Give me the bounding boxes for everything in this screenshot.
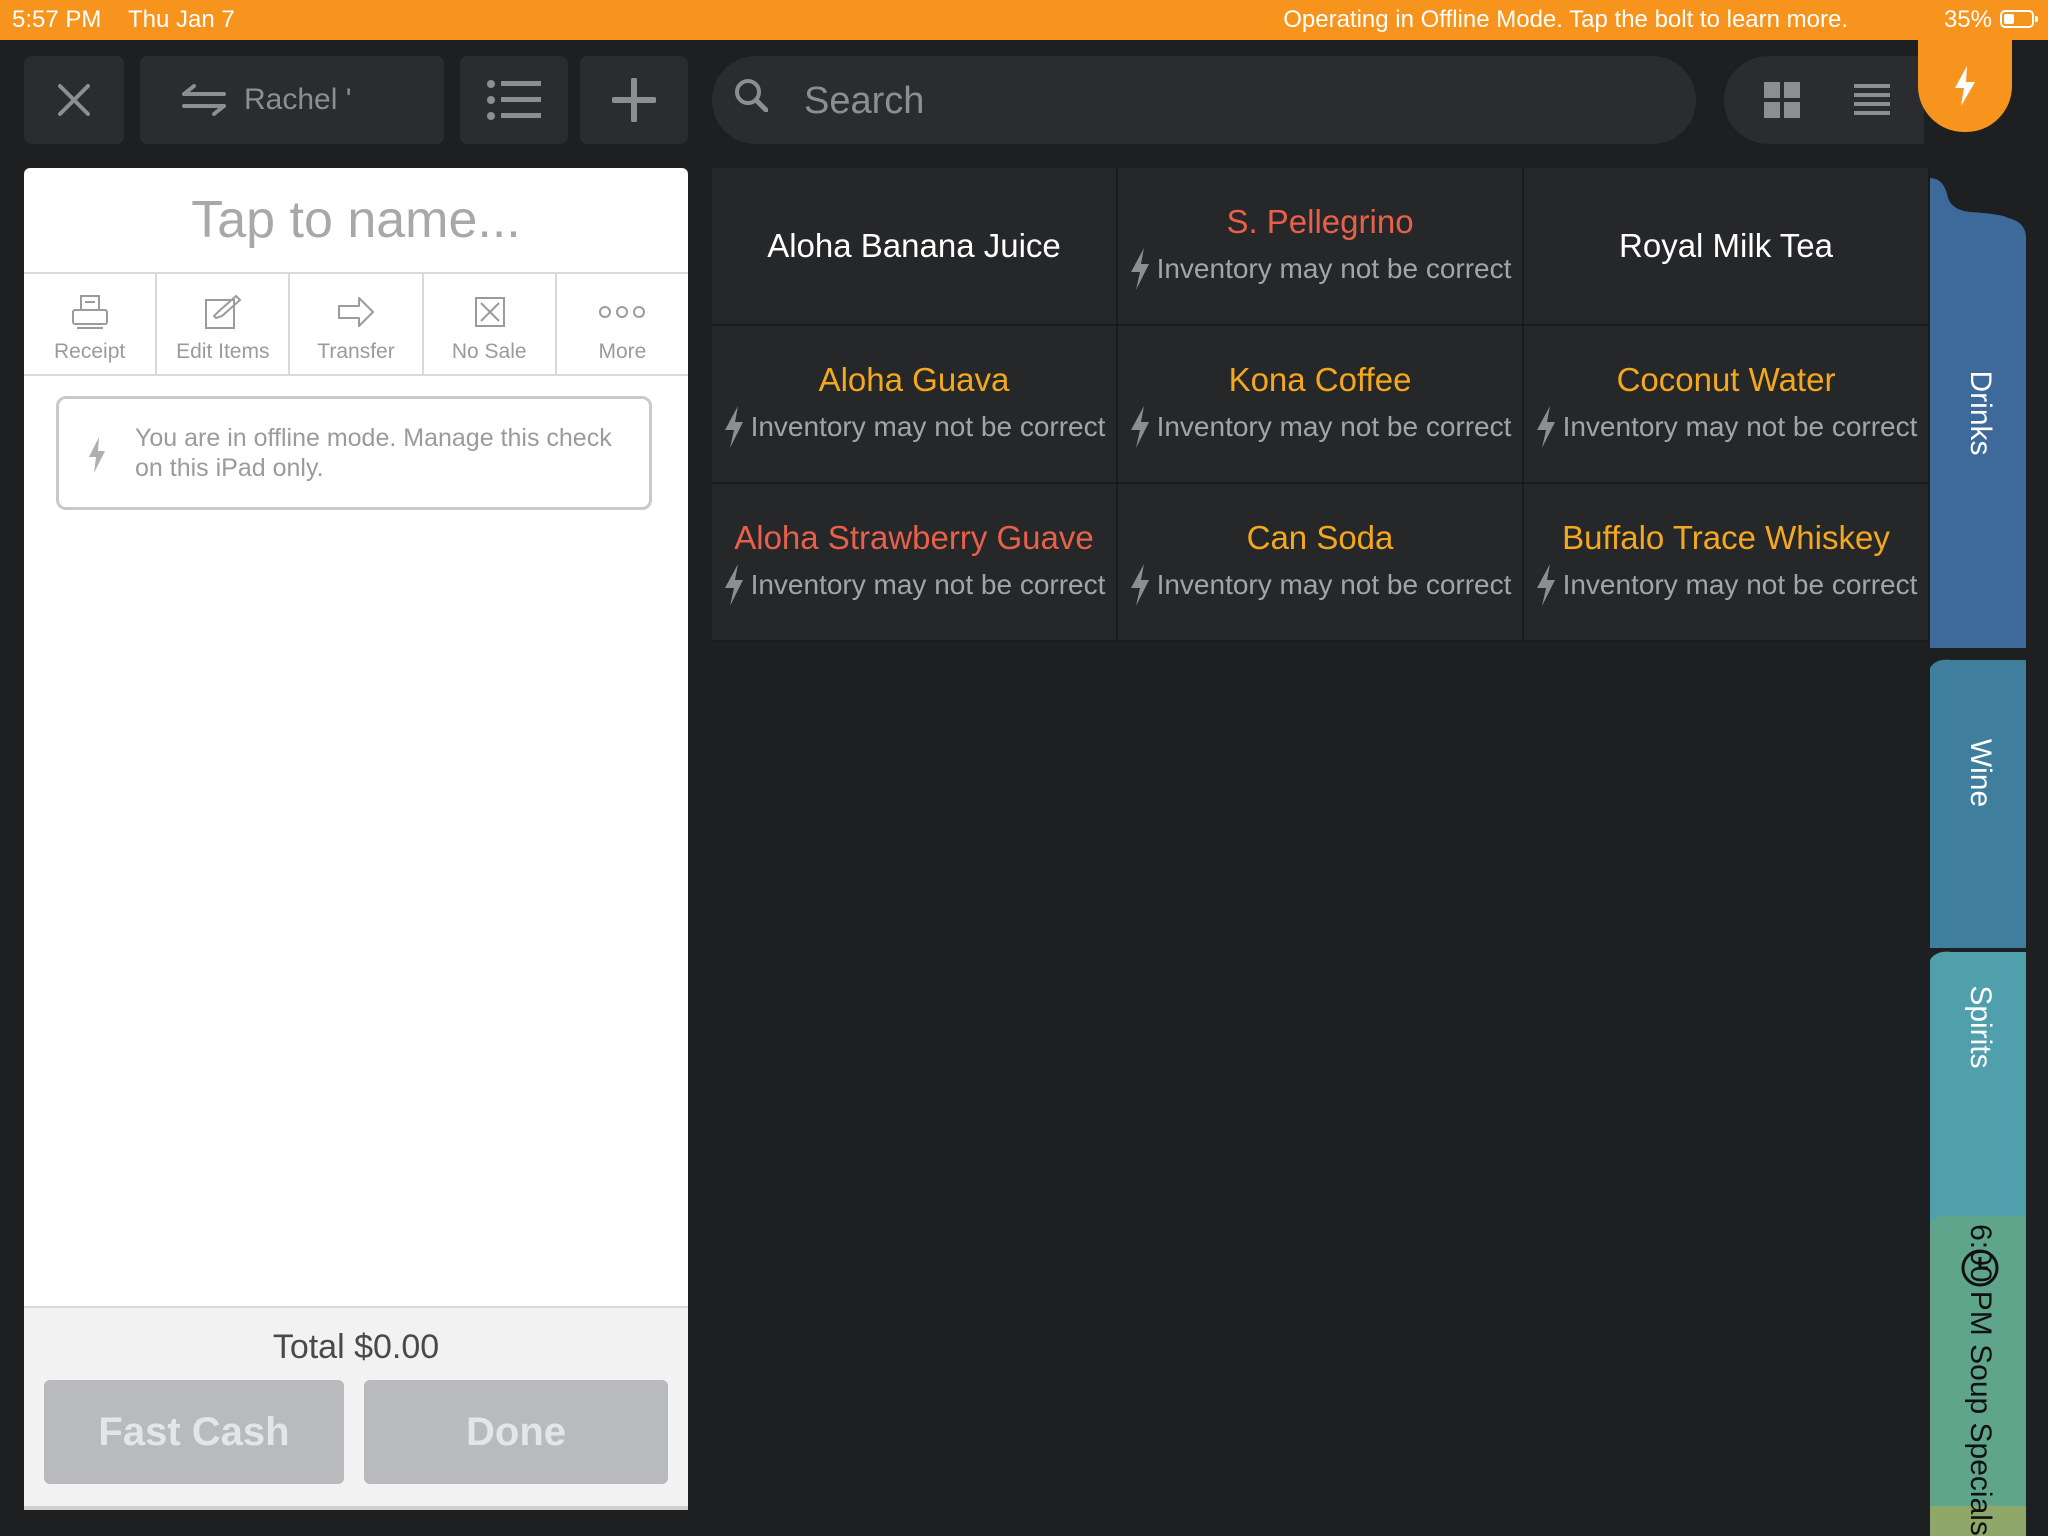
panel-bottom-edge (24, 1506, 688, 1510)
bolt-icon (89, 437, 105, 473)
menu-item-tile[interactable]: Royal Milk Tea (1524, 168, 1930, 326)
tab-label: Drinks (1964, 370, 1997, 456)
menu-item-tile[interactable]: Aloha Guava Inventory may not be correct (712, 326, 1118, 484)
inventory-warning: Inventory may not be correct (1129, 406, 1512, 448)
bolt-icon (1130, 248, 1149, 290)
inventory-warning: Inventory may not be correct (1535, 406, 1918, 448)
offline-notice: You are in offline mode. Manage this che… (56, 396, 652, 510)
no-sale-button[interactable]: No Sale (424, 274, 557, 374)
menu-item-grid: Aloha Banana Juice S. Pellegrino Inventory… (712, 168, 1930, 642)
more-label: More (598, 340, 647, 363)
receipt-icon (71, 295, 108, 329)
menu-item-tile[interactable]: Can Soda Inventory may not be correct (1118, 484, 1524, 642)
menu-item-name: Kona Coffee (1228, 361, 1412, 398)
battery-icon (2000, 10, 2038, 28)
bolt-icon (724, 564, 743, 606)
menu-item-name: S. Pellegrino (1226, 203, 1414, 240)
menu-item-name: Coconut Water (1616, 361, 1836, 398)
check-total: Total $0.00 (272, 1328, 440, 1366)
offline-mode-banner[interactable]: Operating in Offline Mode. Tap the bolt … (1283, 6, 1848, 34)
inventory-warning-text: Inventory may not be correct (1562, 569, 1918, 600)
receipt-label: Receipt (54, 340, 126, 363)
menu-item-tile[interactable]: Kona Coffee Inventory may not be correct (1118, 326, 1524, 484)
done-button[interactable]: Done (364, 1380, 668, 1484)
server-name: Rachel ' (244, 83, 352, 116)
bolt-icon (1536, 564, 1555, 606)
menu-item-name: Royal Milk Tea (1619, 227, 1833, 264)
more-icon (599, 306, 646, 318)
menu-item-name: Can Soda (1246, 519, 1394, 556)
inventory-warning: Inventory may not be correct (723, 406, 1106, 448)
new-check-button[interactable] (580, 56, 688, 144)
list-view-icon[interactable] (1854, 84, 1890, 116)
inventory-warning: Inventory may not be correct (723, 564, 1106, 606)
offline-notice-text: You are in offline mode. Manage this che… (135, 424, 612, 482)
plus-icon (612, 78, 656, 122)
inventory-warning-text: Inventory may not be correct (1156, 411, 1512, 442)
server-switch-button[interactable]: Rachel ' (140, 56, 444, 144)
menu-item-name: Aloha Banana Juice (767, 227, 1061, 264)
check-actions: Receipt Edit Items Transfer No Sale More (24, 274, 688, 376)
category-tabs: Drinks Wine Spirits 6:00 PM Soup Special… (1930, 168, 2048, 1536)
transfer-icon (338, 297, 374, 327)
swap-arrows-icon (182, 84, 226, 116)
check-panel: Tap to name... Receipt Edit Items Transf… (24, 168, 688, 1510)
menu-item-name: Aloha Strawberry Guave (734, 519, 1094, 556)
menu-item-tile[interactable]: Aloha Strawberry Guave Inventory may not … (712, 484, 1118, 642)
inventory-warning: Inventory may not be correct (1535, 564, 1918, 606)
search-bar[interactable] (712, 56, 1696, 144)
bolt-icon (1955, 66, 1975, 106)
offline-bolt-button[interactable] (1918, 40, 2012, 132)
menu-item-name: Buffalo Trace Whiskey (1562, 519, 1890, 556)
inventory-warning: Inventory may not be correct (1129, 248, 1512, 290)
tab-soup-specials[interactable]: 6:00 PM Soup Specials (1930, 1048, 2030, 1536)
edit-items-button[interactable]: Edit Items (157, 274, 291, 374)
edit-items-label: Edit Items (176, 340, 270, 363)
menu-item-tile[interactable]: Buffalo Trace Whiskey Inventory may not b… (1524, 484, 1930, 642)
status-date: Thu Jan 7 (128, 6, 235, 33)
inventory-warning-text: Inventory may not be correct (750, 569, 1106, 600)
check-name-field[interactable]: Tap to name... (24, 168, 688, 274)
inventory-warning: Inventory may not be correct (1129, 564, 1512, 606)
menu-item-tile[interactable]: Coconut Water Inventory may not be correc… (1524, 326, 1930, 484)
no-sale-label: No Sale (451, 340, 527, 363)
close-button[interactable] (24, 56, 124, 144)
menu-item-name: Aloha Guava (818, 361, 1010, 398)
status-bar: 5:57 PM Thu Jan 7 Operating in Offline M… (0, 0, 2048, 40)
inventory-warning-text: Inventory may not be correct (1156, 253, 1512, 284)
bolt-icon (1130, 564, 1149, 606)
transfer-label: Transfer (317, 340, 395, 363)
fast-cash-button[interactable]: Fast Cash (44, 1380, 344, 1484)
inventory-warning-text: Inventory may not be correct (1562, 411, 1918, 442)
bolt-icon (1536, 406, 1555, 448)
status-time: 5:57 PM (12, 6, 102, 33)
more-button[interactable]: More (557, 274, 688, 374)
search-input[interactable] (802, 70, 1666, 132)
checks-list-button[interactable] (460, 56, 568, 144)
battery-percent: 35% (1943, 6, 1992, 33)
grid-view-icon[interactable] (1764, 82, 1800, 118)
close-icon (58, 84, 90, 116)
receipt-button[interactable]: Receipt (24, 274, 158, 374)
inventory-warning-text: Inventory may not be correct (1156, 569, 1512, 600)
bolt-icon (724, 406, 743, 448)
inventory-warning-text: Inventory may not be correct (750, 411, 1106, 442)
view-toggle (1724, 56, 1924, 144)
bolt-icon (1130, 406, 1149, 448)
no-sale-icon (475, 297, 506, 327)
transfer-button[interactable]: Transfer (290, 274, 424, 374)
menu-item-tile[interactable]: S. Pellegrino Inventory may not be correc… (1118, 168, 1524, 326)
check-footer: Total $0.00 Fast Cash Done (24, 1306, 688, 1510)
list-icon (487, 80, 541, 120)
edit-icon (204, 294, 242, 329)
search-icon (735, 79, 768, 112)
tab-label: 6:00 PM Soup Specials (1964, 1223, 1997, 1536)
menu-item-tile[interactable]: Aloha Banana Juice (712, 168, 1118, 326)
